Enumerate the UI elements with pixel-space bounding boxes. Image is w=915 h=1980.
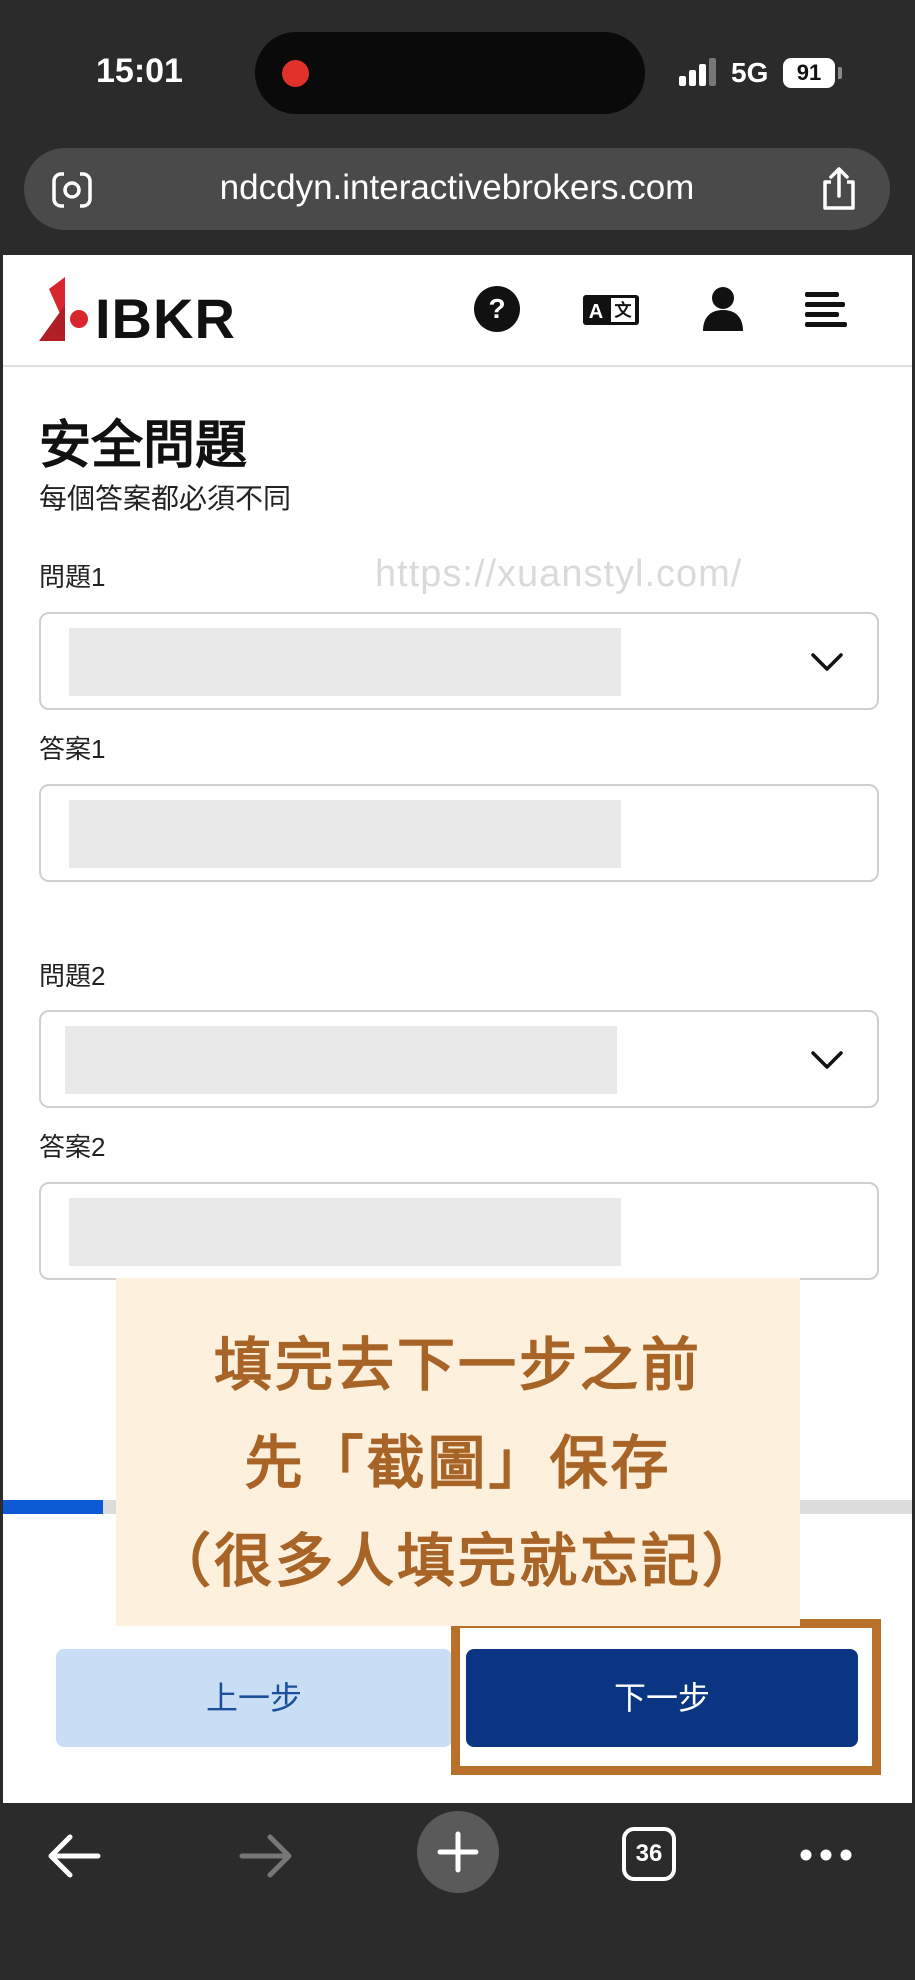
ibkr-logo-text[interactable]: IBKR	[95, 291, 236, 347]
browser-toolbar: 36	[0, 1803, 915, 1980]
question2-label: 問題2	[39, 961, 106, 991]
share-icon[interactable]	[817, 166, 861, 212]
svg-text:?: ?	[488, 293, 505, 324]
status-bar: 15:01 5G 91 ndcdyn.interactivebrokers.co…	[0, 0, 915, 230]
note-line-2: 先「截圖」保存	[244, 1429, 672, 1497]
status-time: 15:01	[96, 52, 183, 90]
answer1-redacted-value	[69, 800, 621, 868]
annotation-note: 填完去下一步之前 先「截圖」保存 （很多人填完就忘記）	[116, 1278, 800, 1626]
question2-select[interactable]	[39, 1010, 879, 1108]
battery-tip	[838, 67, 842, 79]
network-type: 5G	[731, 57, 769, 88]
svg-text:A: A	[589, 301, 603, 323]
help-icon[interactable]: ?	[471, 283, 523, 335]
next-button-highlight-frame	[451, 1619, 881, 1775]
cellular-signal-icon	[679, 58, 719, 86]
url-text[interactable]: ndcdyn.interactivebrokers.com	[24, 168, 890, 208]
question1-select[interactable]	[39, 612, 879, 710]
chevron-down-icon	[811, 653, 843, 671]
question1-label: 問題1	[39, 562, 106, 592]
back-arrow-icon[interactable]	[46, 1831, 102, 1881]
note-line-1: 填完去下一步之前	[213, 1331, 702, 1399]
menu-icon[interactable]	[801, 283, 853, 335]
address-bar[interactable]: ndcdyn.interactivebrokers.com	[24, 148, 890, 230]
answer1-input[interactable]	[39, 784, 879, 882]
ibkr-logo-icon[interactable]	[39, 277, 95, 353]
new-tab-button[interactable]	[417, 1811, 499, 1893]
answer2-redacted-value	[69, 1198, 621, 1266]
language-icon[interactable]: A 文	[581, 283, 641, 335]
battery-level: 91	[783, 58, 835, 88]
answer1-label: 答案1	[39, 734, 106, 764]
svg-text:文: 文	[615, 300, 633, 321]
forward-arrow-icon[interactable]	[238, 1831, 294, 1881]
note-line-3: （很多人填完就忘記）	[152, 1527, 763, 1595]
answer2-label: 答案2	[39, 1132, 106, 1162]
previous-step-button[interactable]: 上一步	[56, 1649, 452, 1747]
page-title: 安全問題	[39, 417, 248, 475]
chevron-down-icon	[811, 1051, 843, 1069]
account-icon[interactable]	[697, 283, 749, 335]
recording-indicator-icon	[282, 60, 309, 87]
tabs-button[interactable]: 36	[622, 1827, 676, 1881]
page-subtitle: 每個答案都必須不同	[39, 483, 292, 514]
progress-bar-fill	[3, 1500, 103, 1514]
question2-redacted-value	[65, 1026, 617, 1094]
dynamic-island	[255, 32, 645, 114]
answer2-input[interactable]	[39, 1182, 879, 1280]
question1-redacted-value	[69, 628, 621, 696]
watermark: https://xuanstyl.com/	[375, 553, 743, 595]
more-icon[interactable]	[798, 1847, 854, 1863]
site-header: IBKR ? A 文	[3, 255, 912, 367]
new-tab-icon	[437, 1831, 479, 1873]
